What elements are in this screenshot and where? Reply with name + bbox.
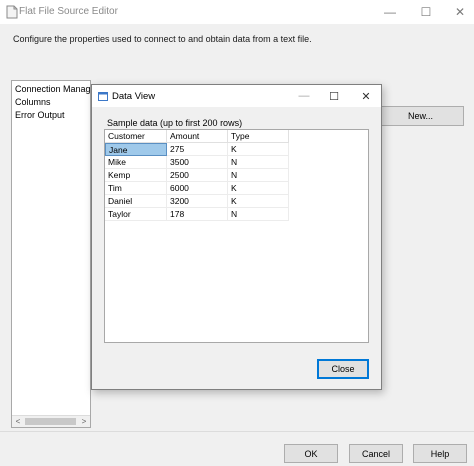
dialog-close-icon-button[interactable]: ✕ (352, 85, 380, 107)
table-cell[interactable]: Mike (105, 156, 167, 169)
nav-item-columns[interactable]: Columns (15, 97, 51, 107)
table-cell[interactable]: Taylor (105, 208, 167, 221)
table-cell[interactable]: 178 (167, 208, 228, 221)
table-cell[interactable]: N (228, 169, 289, 182)
table-cell[interactable]: 275 (167, 143, 228, 156)
column-header-amount[interactable]: Amount (167, 130, 228, 143)
nav-item-error-output[interactable]: Error Output (15, 110, 65, 120)
window-title: Flat File Source Editor (19, 6, 118, 17)
sample-data-label: Sample data (up to first 200 rows) (107, 118, 243, 128)
maximize-button[interactable]: ☐ (410, 0, 442, 24)
table-cell[interactable]: K (228, 182, 289, 195)
table-cell[interactable]: Tim (105, 182, 167, 195)
sample-data-grid[interactable]: Customer Amount Type Jane 275 K Mike 350… (104, 129, 369, 343)
dialog-maximize-button[interactable]: ☐ (320, 85, 348, 107)
column-header-type[interactable]: Type (228, 130, 289, 143)
table-cell[interactable]: 3500 (167, 156, 228, 169)
dialog-title: Data View (112, 91, 156, 102)
horizontal-scrollbar[interactable]: < > (12, 415, 90, 427)
column-header-customer[interactable]: Customer (105, 130, 167, 143)
close-button[interactable]: Close (317, 359, 369, 379)
editor-page-list: Connection Manager Columns Error Output … (11, 80, 91, 428)
table-row[interactable]: Tim 6000 K (105, 182, 289, 195)
scroll-right-icon[interactable]: > (78, 416, 90, 427)
grid-header-row: Customer Amount Type (105, 130, 289, 143)
table-cell[interactable]: Daniel (105, 195, 167, 208)
table-row[interactable]: Jane 275 K (105, 143, 289, 156)
ok-button[interactable]: OK (284, 444, 338, 463)
table-cell[interactable]: 2500 (167, 169, 228, 182)
scrollbar-thumb[interactable] (25, 418, 76, 425)
table-row[interactable]: Kemp 2500 N (105, 169, 289, 182)
table-cell[interactable]: 3200 (167, 195, 228, 208)
data-view-dialog: Data View — ☐ ✕ Sample data (up to first… (91, 84, 382, 390)
table-cell[interactable]: N (228, 156, 289, 169)
scroll-left-icon[interactable]: < (12, 416, 24, 427)
table-cell[interactable]: Kemp (105, 169, 167, 182)
minimize-button[interactable]: — (374, 0, 406, 24)
window-titlebar[interactable]: Flat File Source Editor — ☐ ✕ (0, 0, 474, 24)
table-row[interactable]: Taylor 178 N (105, 208, 289, 221)
document-icon (6, 5, 18, 19)
cancel-button[interactable]: Cancel (349, 444, 403, 463)
dialog-titlebar[interactable]: Data View — ☐ ✕ (92, 85, 381, 107)
table-cell-selected[interactable]: Jane (105, 143, 167, 156)
dialog-minimize-button[interactable]: — (290, 85, 318, 107)
help-button[interactable]: Help (413, 444, 467, 463)
table-row[interactable]: Mike 3500 N (105, 156, 289, 169)
table-cell[interactable]: K (228, 143, 289, 156)
instruction-text: Configure the properties used to connect… (13, 34, 312, 44)
data-view-window-icon (98, 92, 108, 101)
table-cell[interactable]: 6000 (167, 182, 228, 195)
new-connection-button[interactable]: New... (377, 106, 464, 126)
table-row[interactable]: Daniel 3200 K (105, 195, 289, 208)
table-cell[interactable]: N (228, 208, 289, 221)
footer-divider (0, 431, 474, 432)
close-window-button[interactable]: ✕ (446, 0, 474, 24)
nav-item-connection-manager[interactable]: Connection Manager (15, 84, 90, 94)
table-cell[interactable]: K (228, 195, 289, 208)
